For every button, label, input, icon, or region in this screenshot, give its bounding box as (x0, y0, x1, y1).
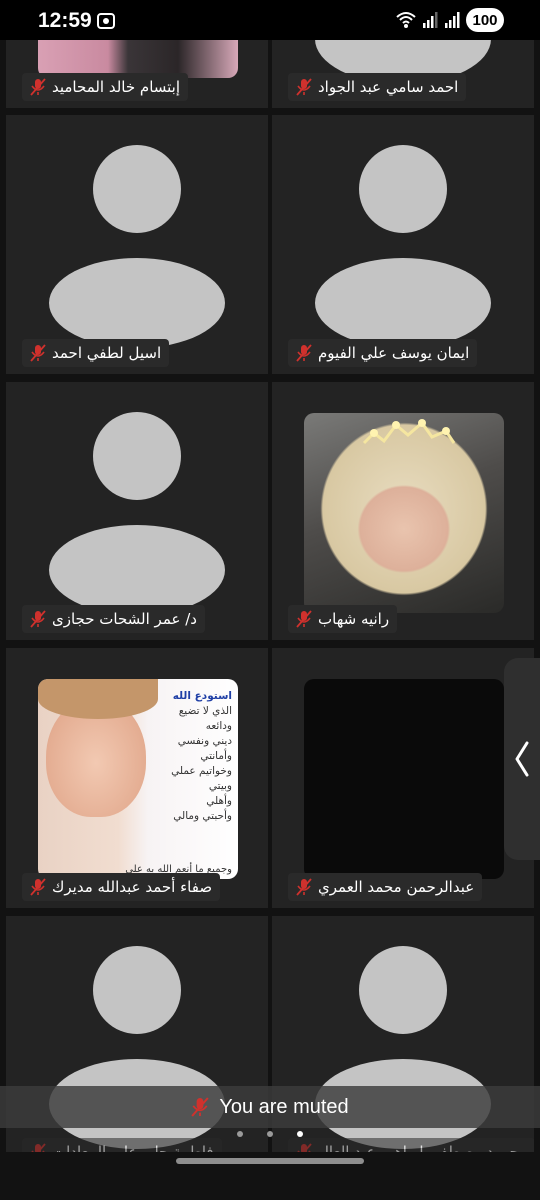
caption-line: الذي لا تضيع (178, 705, 232, 717)
participant-tile[interactable]: استودع الله الذي لا تضيع ودائعه ديني ونف… (6, 648, 268, 908)
participant-name-bar: صفاء أحمد عبدالله مديرك (22, 873, 221, 901)
caption-heading: استودع الله (172, 690, 232, 702)
participant-tile[interactable]: فاطمة جابر علي المعادات (6, 916, 268, 1176)
participant-tile[interactable]: ايمان يوسف علي الفيوم (272, 115, 534, 374)
mic-off-icon (191, 1097, 209, 1117)
participant-photo (38, 36, 238, 78)
signal-icon (423, 12, 438, 28)
participant-name: رانيه شهاب (318, 610, 390, 628)
caption-line: ودائعه (205, 720, 232, 732)
avatar-placeholder (93, 145, 181, 233)
participant-name-bar: د/ عمر الشحات حجازى (22, 605, 205, 633)
participant-name: د/ عمر الشحات حجازى (52, 610, 197, 628)
muted-toast: You are muted (0, 1086, 540, 1128)
participant-name-bar: احمد سامي عبد الجواد (288, 73, 467, 101)
caption-line: وخواتيم عملي (171, 765, 232, 777)
toast-text: You are muted (219, 1095, 349, 1118)
avatar-placeholder (49, 525, 225, 615)
chevron-left-icon (515, 741, 529, 777)
participant-tile[interactable]: احمد سامي عبد الجواد (272, 36, 534, 108)
home-indicator[interactable] (176, 1158, 364, 1164)
status-bar: 12:59 100 (0, 0, 540, 40)
participant-tile[interactable]: اسيل لطفي احمد (6, 115, 268, 374)
crown-stars-icon (362, 419, 456, 445)
signal-icon (445, 12, 460, 28)
avatar-placeholder (315, 258, 491, 348)
participant-photo (304, 413, 504, 613)
participant-name-bar: اسيل لطفي احمد (22, 339, 170, 367)
avatar-placeholder (359, 946, 447, 1034)
participant-tile[interactable]: إبتسام خالد المحاميد (6, 36, 268, 108)
mic-off-icon (30, 878, 46, 896)
caption-line: وأمانتي (200, 750, 232, 762)
participant-name: اسيل لطفي احمد (52, 344, 162, 362)
caption-line: وأحبتي ومالي (173, 810, 232, 822)
participant-tile[interactable]: محمود مصطفى ابراهيم عبد العال (272, 916, 534, 1176)
page-dot-active[interactable] (297, 1131, 303, 1137)
participant-name-bar: رانيه شهاب (288, 605, 398, 633)
participant-tile[interactable]: رانيه شهاب (272, 382, 534, 640)
mic-off-icon (30, 344, 46, 362)
participant-name: صفاء أحمد عبدالله مديرك (52, 878, 213, 896)
screen-record-icon (97, 13, 115, 29)
mic-off-icon (296, 78, 312, 96)
avatar-placeholder (93, 412, 181, 500)
participant-name-bar: إبتسام خالد المحاميد (22, 73, 189, 101)
page-dot[interactable] (237, 1131, 243, 1137)
avatar-placeholder (49, 258, 225, 348)
participant-name-bar: ايمان يوسف علي الفيوم (288, 339, 478, 367)
caption-line: وأهلي (206, 795, 232, 807)
avatar-placeholder (359, 145, 447, 233)
caption-line: ديني ونفسي (177, 735, 232, 747)
mic-off-icon (296, 878, 312, 896)
participant-name: عبدالرحمن محمد العمري (318, 878, 475, 896)
side-panel-handle[interactable] (504, 658, 540, 860)
wifi-icon (396, 12, 416, 28)
page-indicator (0, 1131, 540, 1137)
avatar-placeholder (93, 946, 181, 1034)
participant-tile[interactable]: عبدالرحمن محمد العمري (272, 648, 534, 908)
page-dot[interactable] (267, 1131, 273, 1137)
mic-off-icon (30, 610, 46, 628)
child-hair (38, 679, 158, 719)
participant-name: احمد سامي عبد الجواد (318, 78, 459, 96)
clock: 12:59 (38, 9, 92, 32)
mic-off-icon (296, 610, 312, 628)
status-icons: 100 (396, 8, 504, 32)
battery-indicator: 100 (466, 8, 504, 32)
mic-off-icon (30, 78, 46, 96)
participant-name-bar: عبدالرحمن محمد العمري (288, 873, 483, 901)
participant-name: إبتسام خالد المحاميد (52, 78, 181, 96)
participant-photo (304, 679, 504, 879)
caption-line: وبيتي (208, 780, 232, 792)
participant-photo: استودع الله الذي لا تضيع ودائعه ديني ونف… (38, 679, 238, 879)
participant-name: ايمان يوسف علي الفيوم (318, 344, 470, 362)
mic-off-icon (296, 344, 312, 362)
participant-tile[interactable]: د/ عمر الشحات حجازى (6, 382, 268, 640)
